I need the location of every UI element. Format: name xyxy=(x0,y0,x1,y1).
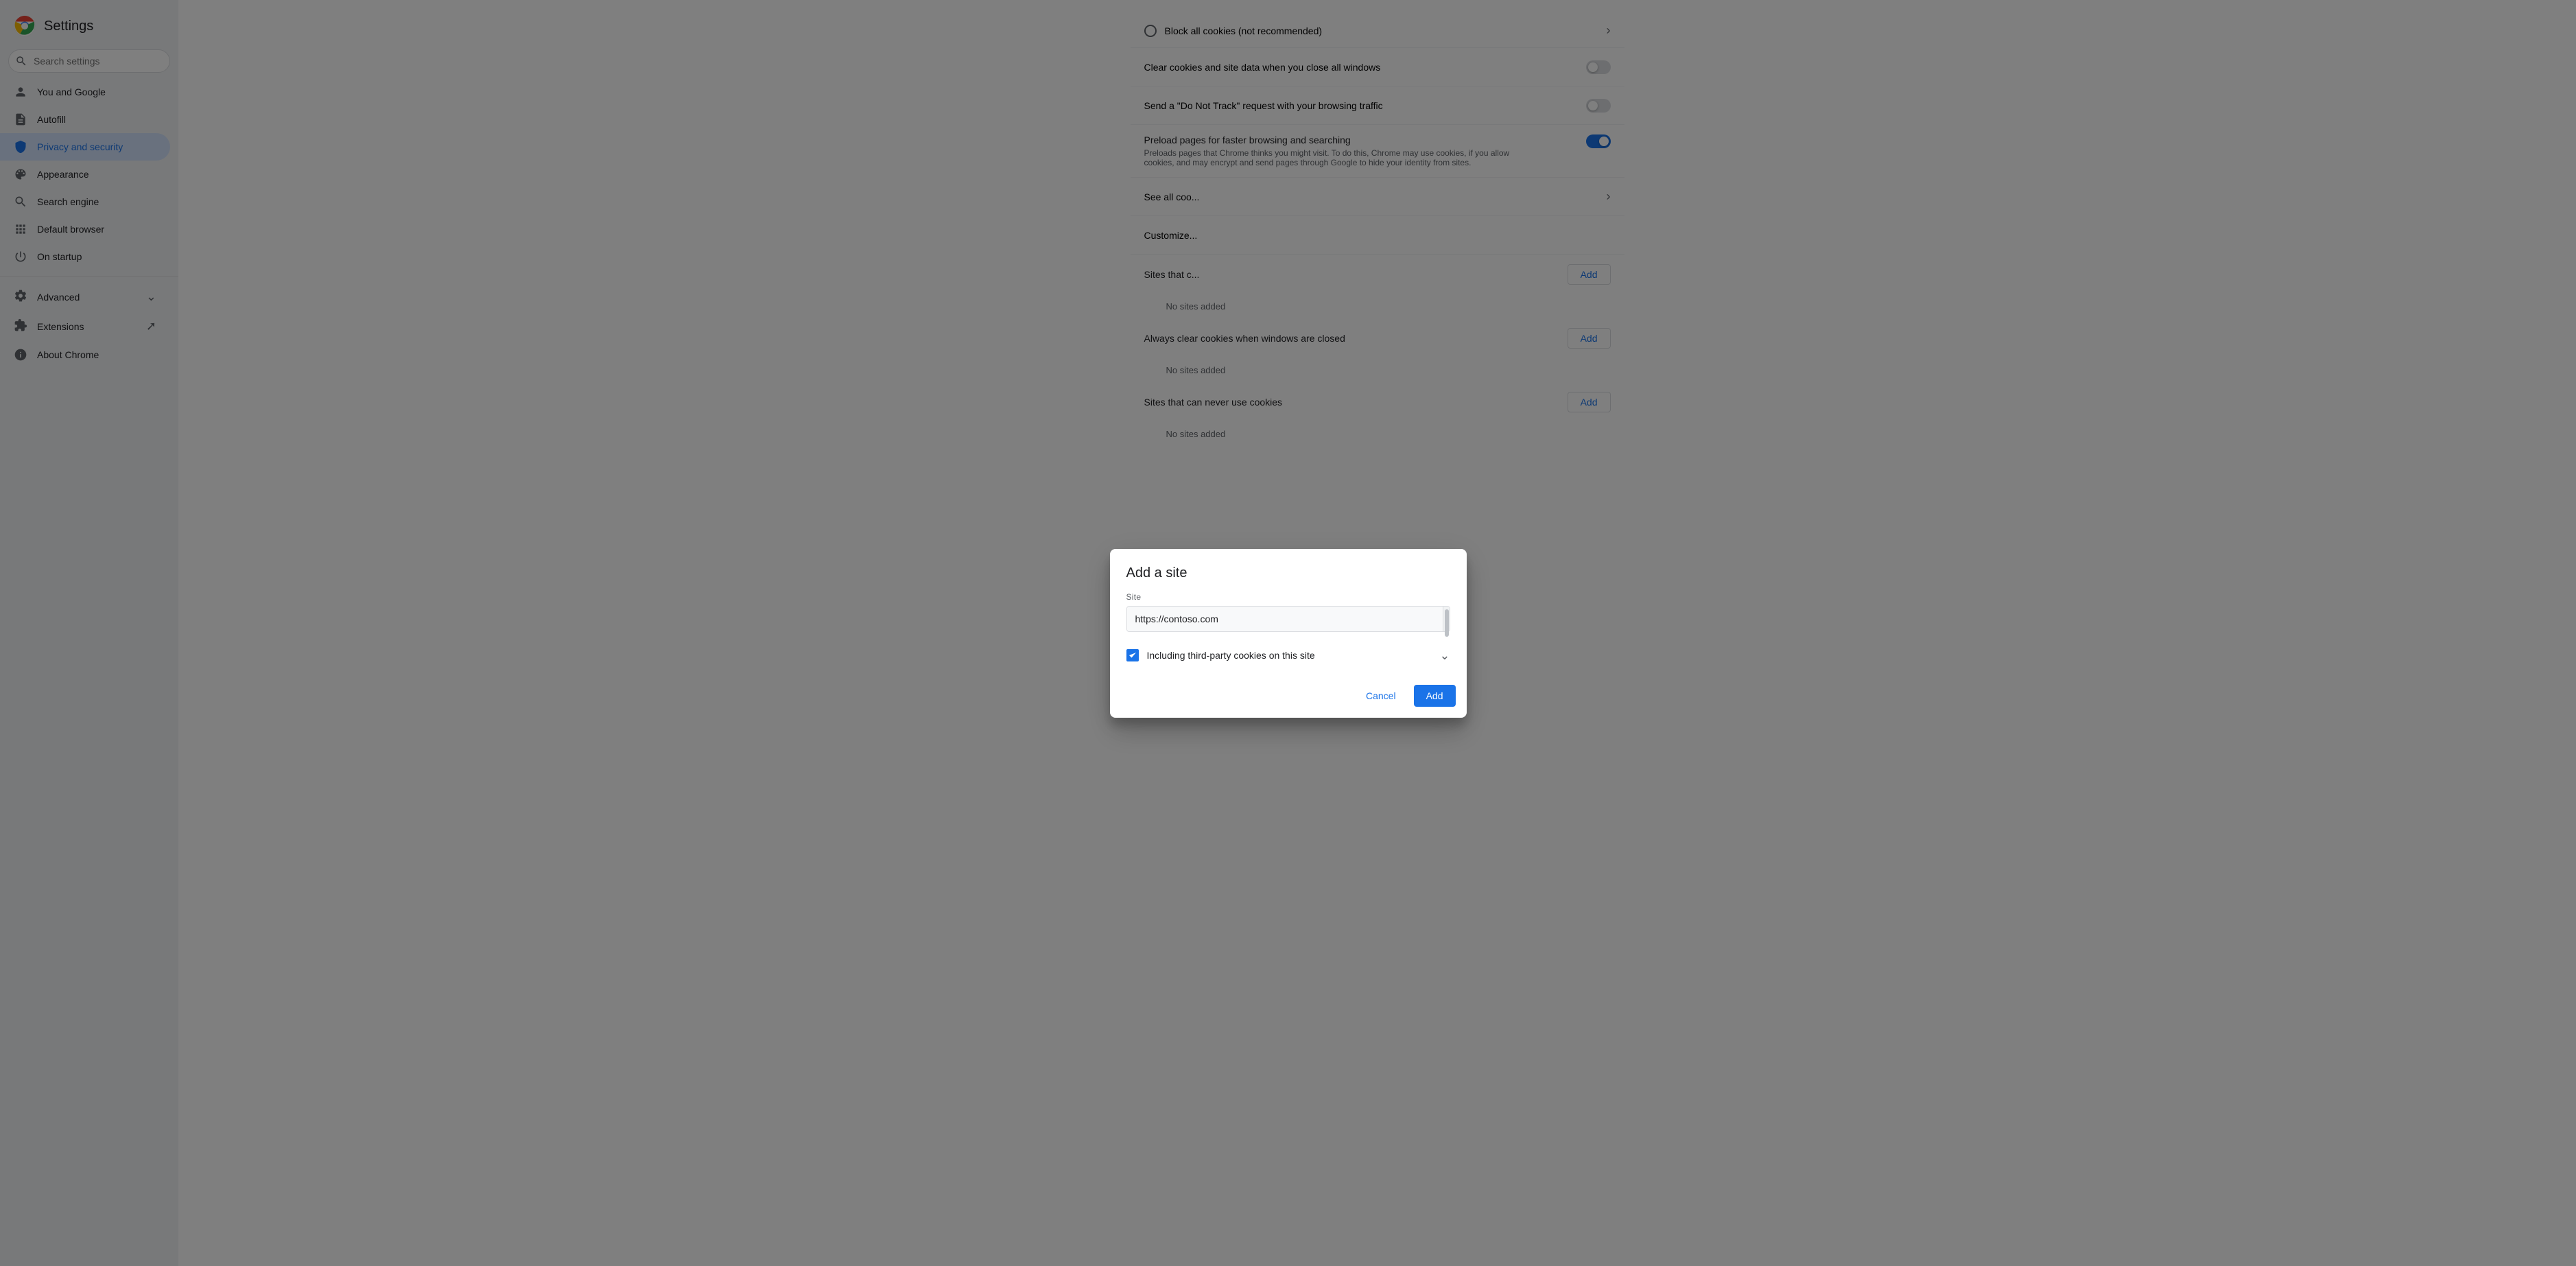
modal-overlay[interactable]: Add a site Site Including third-party co… xyxy=(0,0,2576,1266)
dialog-title: Add a site xyxy=(1110,549,1467,592)
add-site-dialog: Add a site Site Including third-party co… xyxy=(1110,549,1467,718)
add-dialog-button[interactable]: Add xyxy=(1414,685,1456,707)
site-field-label: Site xyxy=(1126,592,1450,602)
dialog-scrollbar xyxy=(1443,607,1450,631)
checkbox-label: Including third-party cookies on this si… xyxy=(1147,650,1315,661)
site-input[interactable] xyxy=(1127,607,1443,631)
third-party-checkbox[interactable] xyxy=(1126,649,1139,661)
checkbox-dropdown-icon[interactable]: ⌄ xyxy=(1439,648,1450,663)
dialog-footer: Cancel Add xyxy=(1110,679,1467,718)
cancel-button[interactable]: Cancel xyxy=(1354,685,1408,707)
checkmark-icon xyxy=(1129,651,1137,659)
checkbox-row: Including third-party cookies on this si… xyxy=(1126,643,1450,674)
scrollbar-thumb xyxy=(1445,609,1449,637)
site-input-wrapper xyxy=(1126,606,1450,632)
dialog-body: Site Including third-party cookies on th… xyxy=(1110,592,1467,679)
